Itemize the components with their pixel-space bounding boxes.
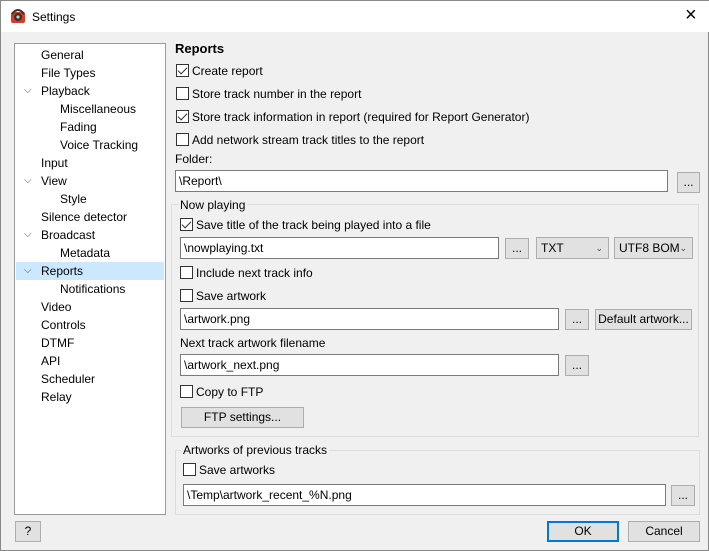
now-playing-title: Now playing xyxy=(178,198,248,212)
tree-item-label: Voice Tracking xyxy=(60,138,139,152)
tree-item-miscellaneous[interactable]: Miscellaneous xyxy=(16,100,164,118)
tree-item-label: Style xyxy=(60,192,87,206)
chevron-down-icon[interactable]: ⌵ xyxy=(24,226,32,244)
chevron-down-icon: ⌄ xyxy=(679,243,687,253)
close-icon[interactable]: × xyxy=(685,4,697,27)
chevron-down-icon: ⌄ xyxy=(595,243,603,253)
tree-item-scheduler[interactable]: Scheduler xyxy=(16,370,164,388)
artwork-browse-button[interactable]: ... xyxy=(565,309,589,330)
ftp-settings-button[interactable]: FTP settings... xyxy=(181,407,304,428)
include-next-label: Include next track info xyxy=(196,266,313,280)
create-report-label: Create report xyxy=(192,64,263,78)
tree-item-label: Metadata xyxy=(60,246,111,260)
tree-item-controls[interactable]: Controls xyxy=(16,316,164,334)
tree-item-label: Scheduler xyxy=(41,372,96,386)
tree-item-label: Silence detector xyxy=(41,210,128,224)
chevron-down-icon[interactable]: ⌵ xyxy=(24,262,32,280)
checkbox-box[interactable] xyxy=(176,87,189,100)
format-select[interactable]: TXT ⌄ xyxy=(536,237,609,259)
tree-item-video[interactable]: Video xyxy=(16,298,164,316)
tree-item-reports[interactable]: ⌵ Reports xyxy=(16,262,164,280)
tree-item-label: Reports xyxy=(41,264,84,278)
section-heading: Reports xyxy=(175,41,225,56)
tree-item-label: Fading xyxy=(60,120,97,134)
next-artwork-input[interactable]: \artwork_next.png xyxy=(180,354,559,376)
folder-label: Folder: xyxy=(175,152,213,166)
chevron-down-icon[interactable]: ⌵ xyxy=(24,172,32,190)
tree-item-voice-tracking[interactable]: Voice Tracking xyxy=(16,136,164,154)
next-artwork-label: Next track artwork filename xyxy=(180,336,326,350)
tree-item-playback[interactable]: ⌵ Playback xyxy=(16,82,164,100)
add-network-titles-label: Add network stream track titles to the r… xyxy=(192,133,425,147)
save-title-label: Save title of the track being played int… xyxy=(196,218,431,232)
tree-item-input[interactable]: Input xyxy=(16,154,164,172)
tree-item-label: Playback xyxy=(41,84,90,98)
tree-item-style[interactable]: Style xyxy=(16,190,164,208)
nowplaying-browse-button[interactable]: ... xyxy=(505,238,529,259)
format-value: TXT xyxy=(541,241,564,255)
app-logo-icon xyxy=(11,9,25,23)
default-artwork-button[interactable]: Default artwork... xyxy=(595,309,692,330)
tree-item-dtmf[interactable]: DTMF xyxy=(16,334,164,352)
tree-item-file-types[interactable]: File Types xyxy=(16,64,164,82)
tree-item-notifications[interactable]: Notifications xyxy=(16,280,164,298)
checkbox-box[interactable] xyxy=(176,133,189,146)
previous-artworks-title: Artworks of previous tracks xyxy=(181,443,330,457)
tree-item-label: Miscellaneous xyxy=(60,102,137,116)
tree-item-metadata[interactable]: Metadata xyxy=(16,244,164,262)
tree-item-general[interactable]: General xyxy=(16,46,164,64)
chevron-down-icon[interactable]: ⌵ xyxy=(24,82,32,100)
checkbox-box[interactable] xyxy=(176,110,189,123)
tree-item-fading[interactable]: Fading xyxy=(16,118,164,136)
tree-item-label: Video xyxy=(41,300,72,314)
nowplaying-file-input[interactable]: \nowplaying.txt xyxy=(180,237,499,259)
checkbox-box[interactable] xyxy=(183,463,196,476)
tree-item-label: General xyxy=(41,48,84,62)
store-track-number-label: Store track number in the report xyxy=(192,87,362,101)
tree-item-label: DTMF xyxy=(41,336,75,350)
encoding-select[interactable]: UTF8 BOM ⌄ xyxy=(614,237,693,259)
previous-artworks-browse-button[interactable]: ... xyxy=(671,485,695,506)
encoding-value: UTF8 BOM xyxy=(619,241,680,255)
tree-item-label: Notifications xyxy=(60,282,126,296)
tree-item-label: API xyxy=(41,354,61,368)
save-artworks-label: Save artworks xyxy=(199,463,276,477)
tree-item-label: Controls xyxy=(41,318,86,332)
tree-item-label: View xyxy=(41,174,67,188)
checkbox-box[interactable] xyxy=(176,64,189,77)
checkbox-box[interactable] xyxy=(180,266,193,279)
tree-item-api[interactable]: API xyxy=(16,352,164,370)
store-track-info-label: Store track information in report (requi… xyxy=(192,110,530,124)
tree-item-relay[interactable]: Relay xyxy=(16,388,164,406)
tree-item-silence-detector[interactable]: Silence detector xyxy=(16,208,164,226)
ok-button[interactable]: OK xyxy=(547,521,619,542)
copy-ftp-label: Copy to FTP xyxy=(196,385,264,399)
settings-tree[interactable]: General File Types ⌵ Playback Miscellaneous F… xyxy=(14,43,166,515)
artwork-input[interactable]: \artwork.png xyxy=(180,308,559,330)
checkbox-box[interactable] xyxy=(180,385,193,398)
help-button[interactable]: ? xyxy=(15,521,41,542)
tree-item-view[interactable]: ⌵ View xyxy=(16,172,164,190)
cancel-button[interactable]: Cancel xyxy=(628,521,700,542)
previous-artworks-input[interactable]: \Temp\artwork_recent_%N.png xyxy=(183,484,666,506)
window-title: Settings xyxy=(32,10,76,24)
tree-item-label: File Types xyxy=(41,66,96,80)
folder-browse-button[interactable]: ... xyxy=(677,172,700,193)
checkbox-box[interactable] xyxy=(180,289,193,302)
tree-item-label: Input xyxy=(41,156,68,170)
folder-input[interactable]: \Report\ xyxy=(175,170,668,192)
checkbox-box[interactable] xyxy=(180,218,193,231)
tree-item-label: Broadcast xyxy=(41,228,96,242)
tree-item-broadcast[interactable]: ⌵ Broadcast xyxy=(16,226,164,244)
next-artwork-browse-button[interactable]: ... xyxy=(565,355,589,376)
title-bar: Settings × xyxy=(1,1,709,32)
tree-item-label: Relay xyxy=(41,390,72,404)
save-artwork-label: Save artwork xyxy=(196,289,267,303)
